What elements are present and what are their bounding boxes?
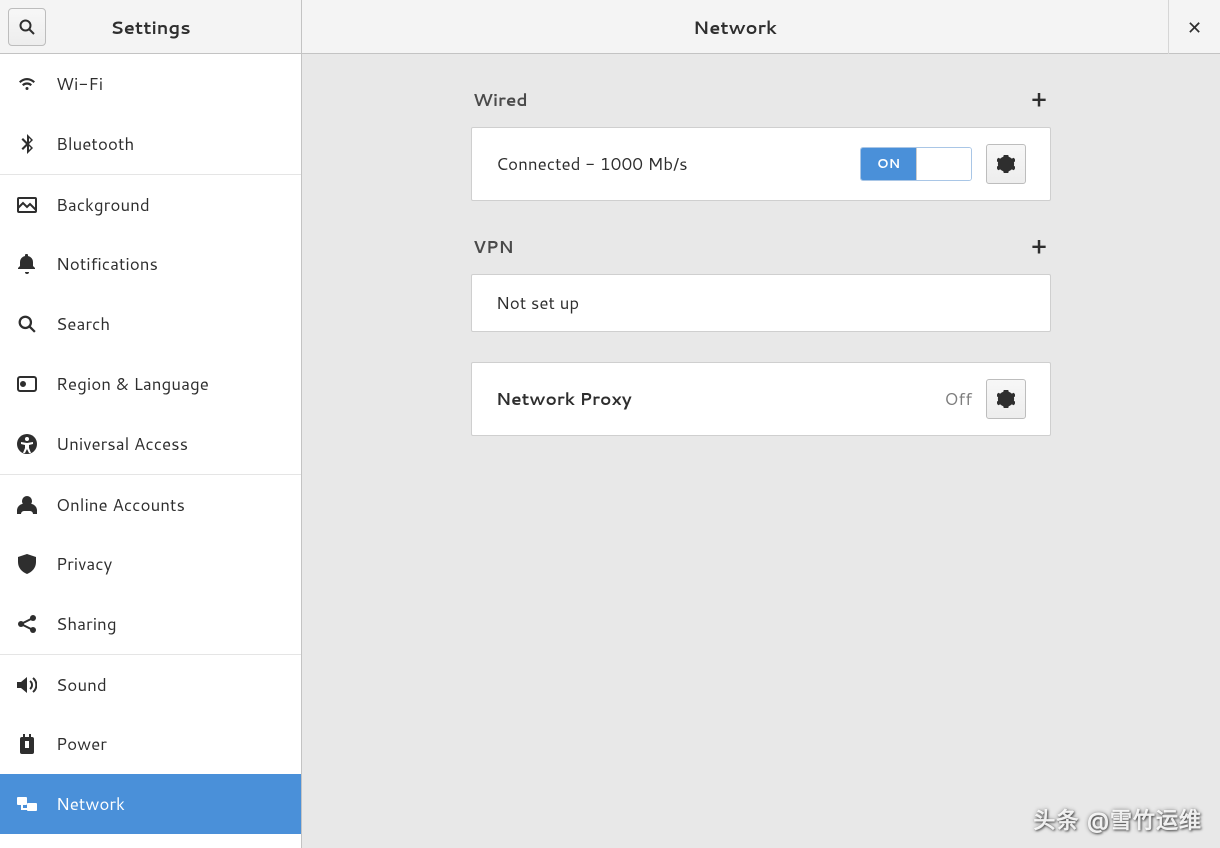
sharing-icon [16, 614, 38, 634]
wired-status: Connected - 1000 Mb/s [496, 152, 846, 176]
sidebar-item-notifications[interactable]: Notifications [0, 234, 301, 294]
sidebar-item-wifi[interactable]: Wi-Fi [0, 54, 301, 114]
bluetooth-icon [16, 134, 38, 154]
search-icon [19, 19, 35, 35]
sidebar-item-label: Network [56, 792, 125, 816]
proxy-settings-button[interactable] [986, 379, 1026, 419]
sidebar: Settings Wi-Fi Bluetooth Background Noti… [0, 0, 302, 848]
sidebar-item-label: Region & Language [56, 372, 209, 396]
proxy-section: Network Proxy Off [471, 362, 1051, 436]
close-icon: ✕ [1187, 14, 1202, 40]
vpn-section: VPN + Not set up [471, 231, 1051, 332]
add-wired-button[interactable]: + [1029, 84, 1049, 115]
sidebar-item-label: Power [56, 732, 107, 756]
power-icon [16, 734, 38, 754]
content: Wired + Connected - 1000 Mb/s ON VPN [302, 54, 1220, 848]
wired-section-title: Wired [473, 88, 528, 112]
gear-icon [997, 155, 1015, 173]
wired-section: Wired + Connected - 1000 Mb/s ON [471, 84, 1051, 201]
sidebar-item-background[interactable]: Background [0, 174, 301, 234]
close-button[interactable]: ✕ [1168, 0, 1220, 54]
sidebar-item-sharing[interactable]: Sharing [0, 594, 301, 654]
sidebar-item-power[interactable]: Power [0, 714, 301, 774]
sidebar-header: Settings [0, 0, 301, 54]
sidebar-item-bluetooth[interactable]: Bluetooth [0, 114, 301, 174]
sidebar-item-label: Online Accounts [56, 493, 185, 517]
wired-connection-row: Connected - 1000 Mb/s ON [471, 127, 1051, 201]
sidebar-item-online-accounts[interactable]: Online Accounts [0, 474, 301, 534]
online-accounts-icon [16, 496, 38, 514]
wired-settings-button[interactable] [986, 144, 1026, 184]
sidebar-item-label: Universal Access [56, 432, 188, 456]
region-icon [16, 376, 38, 392]
watermark: 头条 @雪竹运维 [1033, 803, 1202, 836]
main-header: Network ✕ [302, 0, 1220, 54]
sound-icon [16, 676, 38, 694]
sidebar-item-search[interactable]: Search [0, 294, 301, 354]
sidebar-item-label: Sharing [56, 612, 117, 636]
toggle-off-handle [916, 148, 971, 180]
sidebar-item-network[interactable]: Network [0, 774, 301, 834]
vpn-section-header: VPN + [471, 231, 1051, 262]
wired-toggle[interactable]: ON [860, 147, 972, 181]
network-icon [16, 795, 38, 813]
add-vpn-button[interactable]: + [1029, 231, 1049, 262]
page-title: Network [302, 14, 1168, 40]
sidebar-item-region[interactable]: Region & Language [0, 354, 301, 414]
sidebar-item-sound[interactable]: Sound [0, 654, 301, 714]
sidebar-item-accessibility[interactable]: Universal Access [0, 414, 301, 474]
sidebar-item-label: Bluetooth [56, 132, 134, 156]
bell-icon [16, 254, 38, 274]
search-icon [16, 315, 38, 333]
proxy-row: Network Proxy Off [471, 362, 1051, 436]
sidebar-item-label: Sound [56, 673, 107, 697]
vpn-status: Not set up [496, 291, 1026, 315]
wired-section-header: Wired + [471, 84, 1051, 115]
sidebar-item-privacy[interactable]: Privacy [0, 534, 301, 594]
search-button[interactable] [8, 8, 46, 46]
sidebar-list: Wi-Fi Bluetooth Background Notifications… [0, 54, 301, 848]
gear-icon [997, 390, 1015, 408]
sidebar-item-label: Search [56, 312, 110, 336]
main-panel: Network ✕ Wired + Connected - 1000 Mb/s … [302, 0, 1220, 848]
toggle-on-label: ON [861, 148, 916, 180]
sidebar-item-label: Privacy [56, 552, 112, 576]
sidebar-item-label: Notifications [56, 252, 158, 276]
wifi-icon [16, 74, 38, 94]
vpn-section-title: VPN [473, 235, 514, 259]
vpn-row: Not set up [471, 274, 1051, 332]
sidebar-item-label: Background [56, 193, 150, 217]
proxy-title: Network Proxy [496, 387, 930, 411]
accessibility-icon [16, 434, 38, 454]
background-icon [16, 197, 38, 213]
sidebar-title: Settings [46, 14, 293, 40]
privacy-icon [16, 554, 38, 574]
sidebar-item-label: Wi-Fi [56, 72, 103, 96]
proxy-status: Off [944, 387, 972, 411]
